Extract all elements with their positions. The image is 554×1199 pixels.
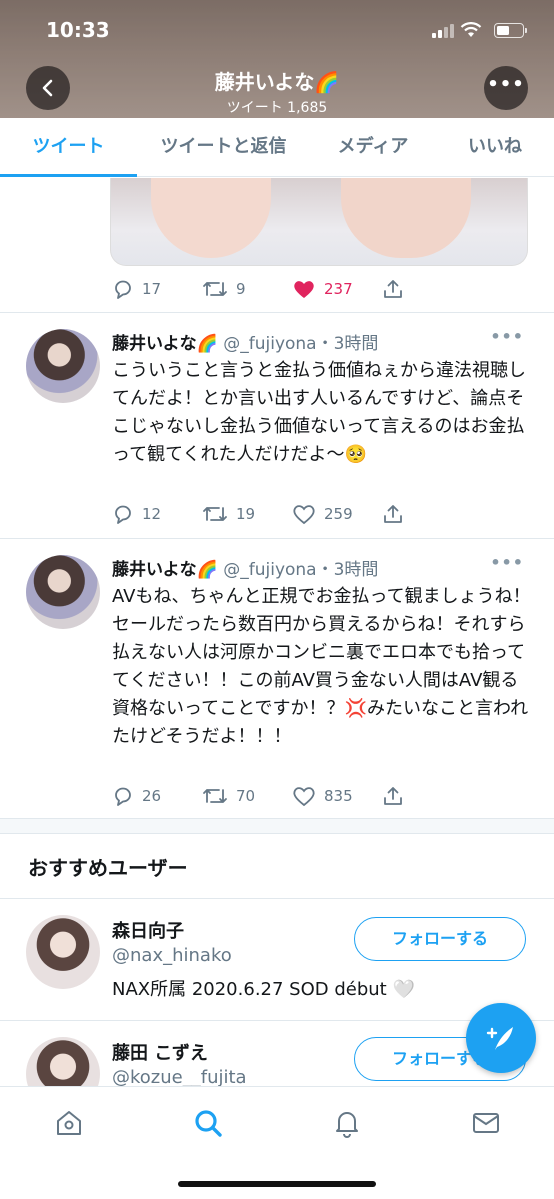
- home-icon: [57, 1111, 81, 1135]
- profile-name: 藤井いよな🌈: [214, 70, 340, 94]
- messages-icon: [473, 1113, 499, 1133]
- reply-count: 12: [142, 505, 162, 523]
- user-handle: @nax_hinako: [112, 945, 232, 966]
- tweet-more-icon[interactable]: •••: [490, 327, 524, 346]
- follow-button[interactable]: フォローする: [354, 917, 526, 961]
- profile-title: 藤井いよな🌈 ツイート 1,685: [0, 66, 554, 117]
- tweet-actions: 26 70 835: [112, 783, 472, 809]
- notifications-icon: [336, 1112, 358, 1138]
- like-count: 237: [324, 280, 353, 298]
- nav-notifications[interactable]: [327, 1107, 367, 1139]
- tweet-actions: 17 9 237: [112, 276, 472, 302]
- home-indicator: [178, 1181, 376, 1187]
- share-button[interactable]: [382, 785, 472, 807]
- user-handle: @kozue__fujita: [112, 1067, 247, 1086]
- user-name: 藤田 こずえ: [112, 1043, 208, 1064]
- status-bar: 10:33: [0, 14, 554, 46]
- tweet-item[interactable]: 藤井いよな🌈 @_fujiyona・3時間 ••• こういうこと言うと金払う価値…: [0, 312, 554, 538]
- tab-tweets[interactable]: ツイート: [0, 118, 137, 177]
- recommended-users-title: おすすめユーザー: [28, 856, 188, 880]
- reply-icon: [115, 280, 131, 299]
- avatar[interactable]: [26, 329, 100, 403]
- like-button[interactable]: 259: [292, 503, 382, 525]
- profile-tabs: ツイート ツイートと返信 メディア いいね: [0, 118, 554, 177]
- tweet-text: こういうこと言うと金払う価値ねぇから違法視聴してんだよ！とか言い出す人いるんです…: [112, 360, 526, 465]
- tweet-text: AVもね、ちゃんと正規でお金払って観ましょうね！セールだったら数百円から買えるか…: [112, 586, 531, 747]
- heart-icon: [293, 505, 315, 525]
- share-button[interactable]: [382, 278, 472, 300]
- avatar[interactable]: [26, 1037, 100, 1086]
- status-time: 10:33: [46, 18, 110, 42]
- heart-icon: [294, 281, 314, 298]
- cellular-signal-icon: [432, 24, 454, 38]
- retweet-count: 19: [236, 505, 256, 523]
- retweet-icon: [203, 507, 227, 521]
- tweet-count: ツイート 1,685: [226, 100, 328, 116]
- share-icon: [384, 505, 402, 523]
- tab-media[interactable]: メディア: [310, 118, 436, 176]
- reply-count: 17: [142, 280, 162, 298]
- reply-icon: [115, 787, 131, 806]
- retweet-icon: [203, 282, 227, 296]
- tweet-header: 藤井いよな🌈 @_fujiyona・3時間: [112, 555, 378, 580]
- tweet-header: 藤井いよな🌈 @_fujiyona・3時間: [112, 329, 378, 354]
- nav-messages[interactable]: [466, 1107, 506, 1139]
- retweet-count: 70: [236, 787, 256, 805]
- tweet-more-icon[interactable]: •••: [490, 553, 524, 572]
- tab-tweets-replies[interactable]: ツイートと返信: [137, 118, 310, 176]
- battery-icon: [494, 23, 527, 38]
- like-button[interactable]: 835: [292, 785, 382, 807]
- retweet-button[interactable]: 19: [202, 503, 292, 525]
- avatar[interactable]: [26, 915, 100, 989]
- heart-icon: [293, 787, 315, 807]
- user-name: 森日向子: [112, 921, 184, 942]
- wifi-icon: [460, 22, 482, 37]
- retweet-count: 9: [236, 280, 246, 298]
- nav-home[interactable]: [49, 1107, 89, 1139]
- reply-button[interactable]: 26: [112, 785, 202, 807]
- tweet-meta: @_fujiyona・3時間: [223, 560, 379, 580]
- like-count: 259: [324, 505, 353, 523]
- user-bio: NAX所属 2020.6.27 SOD début 🤍: [112, 979, 415, 1000]
- reply-count: 26: [142, 787, 162, 805]
- tweet-actions: 12 19 259: [112, 501, 472, 527]
- share-icon: [384, 280, 402, 298]
- compose-tweet-icon: [486, 1027, 513, 1050]
- like-button[interactable]: 237: [292, 278, 382, 300]
- tab-likes[interactable]: いいね: [436, 118, 554, 176]
- tweet-author-name: 藤井いよな🌈: [112, 560, 218, 580]
- search-icon: [195, 1110, 222, 1137]
- share-icon: [384, 787, 402, 805]
- reply-icon: [115, 505, 131, 524]
- reply-button[interactable]: 12: [112, 503, 202, 525]
- compose-tweet-button[interactable]: [466, 1003, 536, 1073]
- more-button[interactable]: •••: [484, 66, 528, 110]
- profile-header: 10:33 藤井いよな🌈 ツイート 1,685 •••: [0, 0, 554, 118]
- tweet-item[interactable]: 藤井いよな🌈 @_fujiyona・3時間 ••• AVもね、ちゃんと正規でお金…: [0, 538, 554, 818]
- tweet-media-image[interactable]: [110, 178, 528, 266]
- user-item[interactable]: 森日向子 @nax_hinako NAX所属 2020.6.27 SOD déb…: [0, 898, 554, 1020]
- retweet-button[interactable]: 70: [202, 785, 292, 807]
- section-divider: [0, 818, 554, 834]
- tweet-meta: @_fujiyona・3時間: [223, 334, 379, 354]
- share-button[interactable]: [382, 503, 472, 525]
- like-count: 835: [324, 787, 353, 805]
- retweet-button[interactable]: 9: [202, 278, 292, 300]
- avatar[interactable]: [26, 555, 100, 629]
- nav-search[interactable]: [188, 1107, 228, 1139]
- tweet-author-name: 藤井いよな🌈: [112, 334, 218, 354]
- more-icon: •••: [487, 74, 525, 95]
- timeline: 17 9 237 藤井いよな🌈 @_fujiyona・3時間 ••• こういうこ…: [0, 178, 554, 1086]
- reply-button[interactable]: 17: [112, 278, 202, 300]
- retweet-icon: [203, 789, 227, 803]
